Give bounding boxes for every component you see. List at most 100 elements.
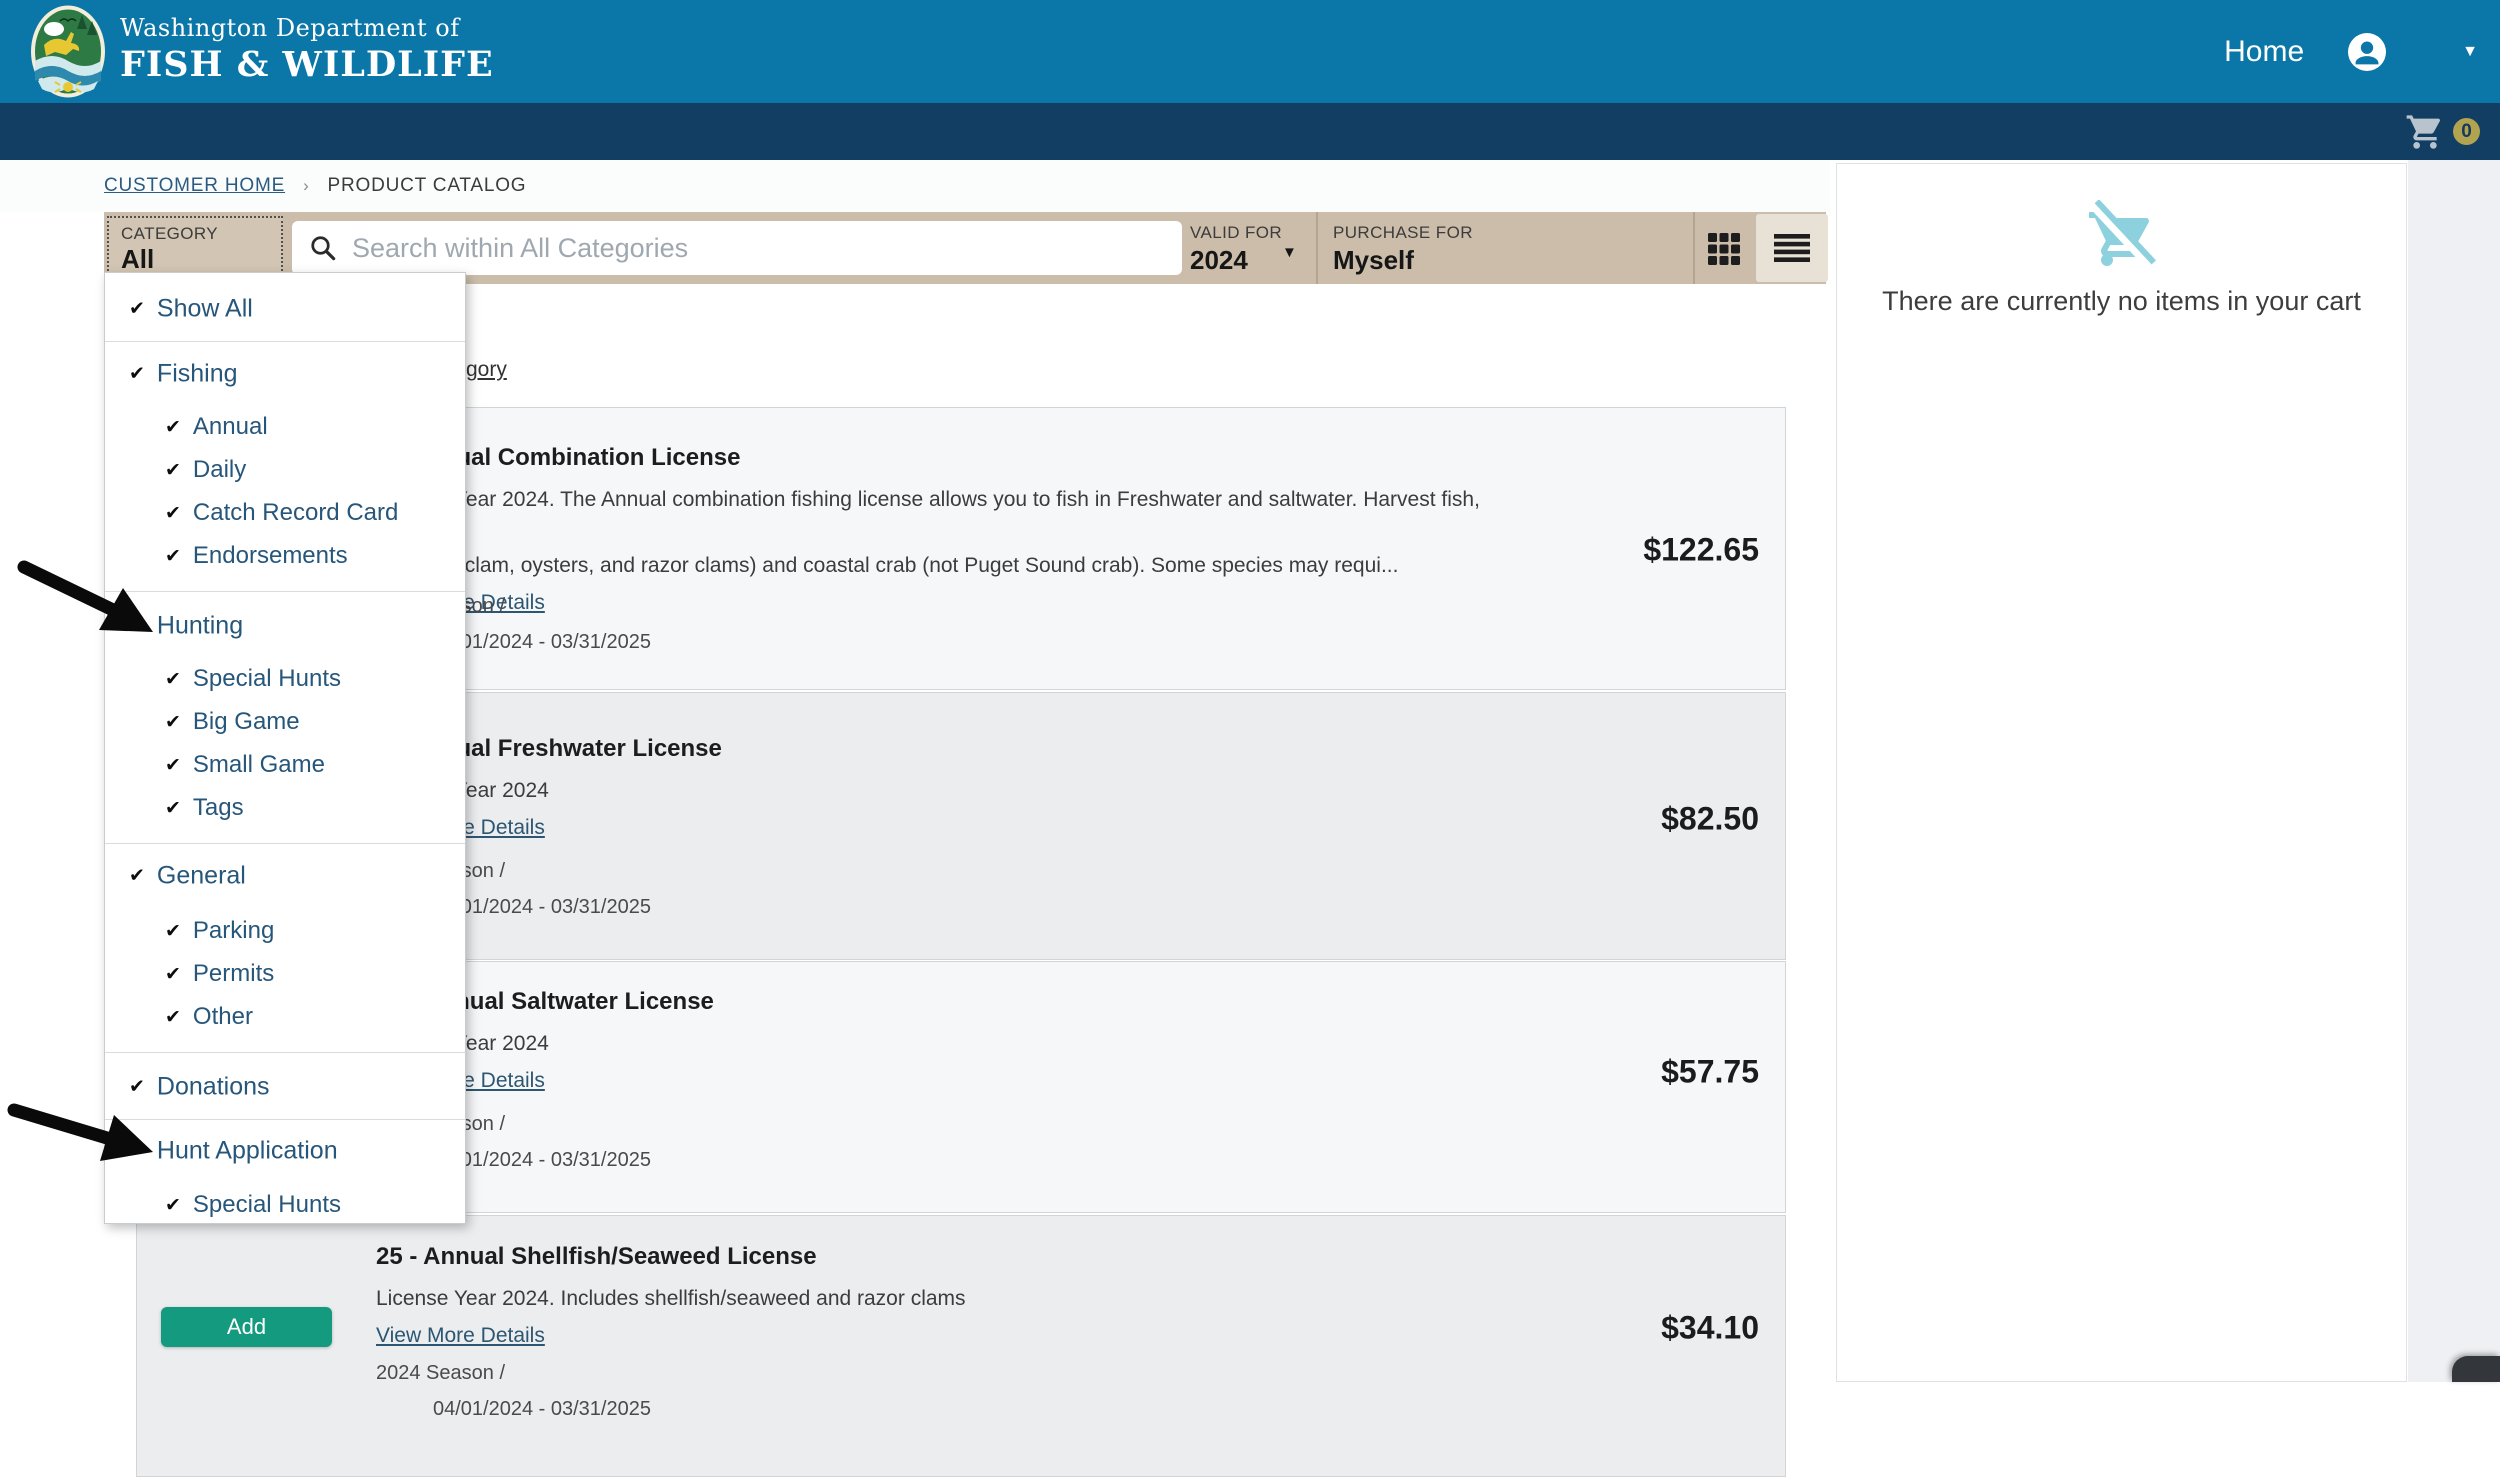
dropdown-item-big-game[interactable]: ✔ Big Game [105,708,465,736]
check-icon: ✔ [165,416,181,439]
account-circle-icon[interactable] [2348,33,2386,71]
check-icon: ✔ [129,1140,145,1163]
check-icon: ✔ [165,711,181,734]
feedback-widget-corner[interactable] [2452,1356,2500,1382]
dropdown-item-other[interactable]: ✔Other [105,1003,465,1031]
dropdown-item-label: Other [193,1003,253,1031]
dept-line2: FISH & WILDLIFE [120,44,494,85]
check-icon: ✔ [165,545,181,568]
product-price: $122.65 [1643,532,1759,569]
home-link[interactable]: Home [2224,35,2304,69]
dropdown-item-endorsements[interactable]: ✔Endorsements [105,542,465,570]
dropdown-divider [105,1119,465,1120]
valid-for-select[interactable]: VALID FOR 2024 [1190,223,1282,276]
dropdown-item-donations[interactable]: ✔ Donations [105,1073,465,1102]
dept-title: Washington Department of FISH & WILDLIFE [120,14,494,85]
cart-count-badge[interactable]: 0 [2453,118,2480,145]
dropdown-item-label: Hunt Application [157,1137,338,1166]
account-menu-caret-icon[interactable]: ▼ [2462,43,2478,61]
check-icon: ✔ [165,797,181,820]
dropdown-item-show-all[interactable]: ✔Show All [105,295,465,324]
dropdown-divider [105,341,465,342]
breadcrumb-current: PRODUCT CATALOG [328,175,527,197]
product-description: shellfish (clam, oysters, and razor clam… [376,549,1556,582]
dropdown-item-permits[interactable]: ✔ Permits [105,960,465,988]
product-info: 10 - Annual Saltwater License License Ye… [376,988,1556,1093]
wdfw-logo [30,5,106,98]
product-price: $34.10 [1661,1310,1759,1347]
search-icon [308,233,338,263]
check-icon: ✔ [129,1076,145,1099]
cart-panel: There are currently no items in your car… [1836,163,2407,1382]
product-description: License Year 2024. Includes shellfish/se… [376,1282,1556,1315]
wdfw-logo-icon [30,5,106,98]
breadcrumb-separator: › [303,176,309,196]
check-icon: ✔ [129,298,145,321]
dropdown-item-label: Permits [193,960,274,988]
dropdown-item-general[interactable]: ✔General [105,862,465,891]
category-dropdown: ✔Show All✔Fishing✔Annual✔Daily✔Catch Rec… [104,272,466,1224]
dropdown-item-special-hunts[interactable]: ✔Special Hunts [105,1191,465,1219]
filter-divider [1693,212,1695,284]
product-description: License Year 2024 [376,774,1556,807]
add-to-cart-button[interactable]: Add [161,1307,332,1347]
dropdown-item-small-game[interactable]: ✔Small Game [105,751,465,779]
search-input[interactable] [352,233,1152,264]
check-icon: ✔ [165,920,181,943]
category-link-fragment[interactable]: gory [466,358,507,382]
dropdown-item-label: Annual [193,413,268,441]
purchase-for-select[interactable]: PURCHASE FOR Myself [1333,223,1473,276]
dropdown-item-annual[interactable]: ✔ Annual [105,413,465,441]
list-view-icon [1774,234,1810,262]
check-icon: ✔ [165,1194,181,1217]
product-title: 9 - Annual Freshwater License [376,735,1556,763]
grid-view-button[interactable] [1708,233,1740,265]
list-view-button[interactable] [1756,214,1828,282]
dropdown-item-label: Donations [157,1073,270,1102]
product-title: 25 - Annual Shellfish/Seaweed License [376,1243,1556,1271]
product-season: 2024 Season / 04/01/2024 - 03/31/2025 [376,1362,651,1421]
header-right: Home ▼ [2224,0,2500,103]
purchase-for-value: Myself [1333,245,1473,276]
product-title: 8 - Annual Combination License [376,444,1556,472]
dropdown-item-label: Hunting [157,612,243,641]
dropdown-item-label: Fishing [157,360,238,389]
dropdown-item-hunt-application[interactable]: ✔ Hunt Application [105,1137,465,1166]
product-price: $82.50 [1661,801,1759,838]
dropdown-item-label: Daily [193,456,246,484]
dropdown-item-label: Parking [193,917,274,945]
check-icon: ✔ [129,615,145,638]
dropdown-item-label: General [157,862,246,891]
product-row: Add 25 - Annual Shellfish/Seaweed Licens… [136,1215,1786,1477]
breadcrumb: CUSTOMER HOME › PRODUCT CATALOG [0,160,1830,212]
dropdown-item-fishing[interactable]: ✔Fishing [105,360,465,389]
right-margin [2408,160,2500,1382]
dropdown-item-label: Catch Record Card [193,499,398,527]
dropdown-divider [105,1052,465,1053]
check-icon: ✔ [165,502,181,525]
product-info: 25 - Annual Shellfish/Seaweed License Li… [376,1243,1556,1348]
product-info: 8 - Annual Combination License License Y… [376,444,1556,615]
product-description: License Year 2024 [376,1027,1556,1060]
dept-line1: Washington Department of [120,14,494,42]
dropdown-item-catch-record-card[interactable]: ✔ Catch Record Card [105,499,465,527]
check-icon: ✔ [165,754,181,777]
dropdown-item-hunting[interactable]: ✔ Hunting [105,612,465,641]
dropdown-item-daily[interactable]: ✔Daily [105,456,465,484]
shopping-cart-icon[interactable] [2405,112,2445,152]
dropdown-item-special-hunts[interactable]: ✔Special Hunts [105,665,465,693]
breadcrumb-customer-home[interactable]: CUSTOMER HOME [104,175,285,197]
valid-for-value: 2024 [1190,245,1282,276]
season-dates: 04/01/2024 - 03/31/2025 [433,1398,651,1421]
dropdown-item-label: Big Game [193,708,300,736]
dropdown-item-tags[interactable]: ✔ Tags [105,794,465,822]
dropdown-item-label: Tags [193,794,244,822]
view-more-details-link[interactable]: View More Details [376,1324,545,1348]
dropdown-item-parking[interactable]: ✔ Parking [105,917,465,945]
check-icon: ✔ [165,963,181,986]
filter-divider [1316,212,1318,284]
category-select-button[interactable]: CATEGORY All Categories ▼ [107,216,283,279]
grid-view-icon [1708,233,1740,265]
dropdown-item-label: Special Hunts [193,665,341,693]
product-title: 10 - Annual Saltwater License [376,988,1556,1016]
